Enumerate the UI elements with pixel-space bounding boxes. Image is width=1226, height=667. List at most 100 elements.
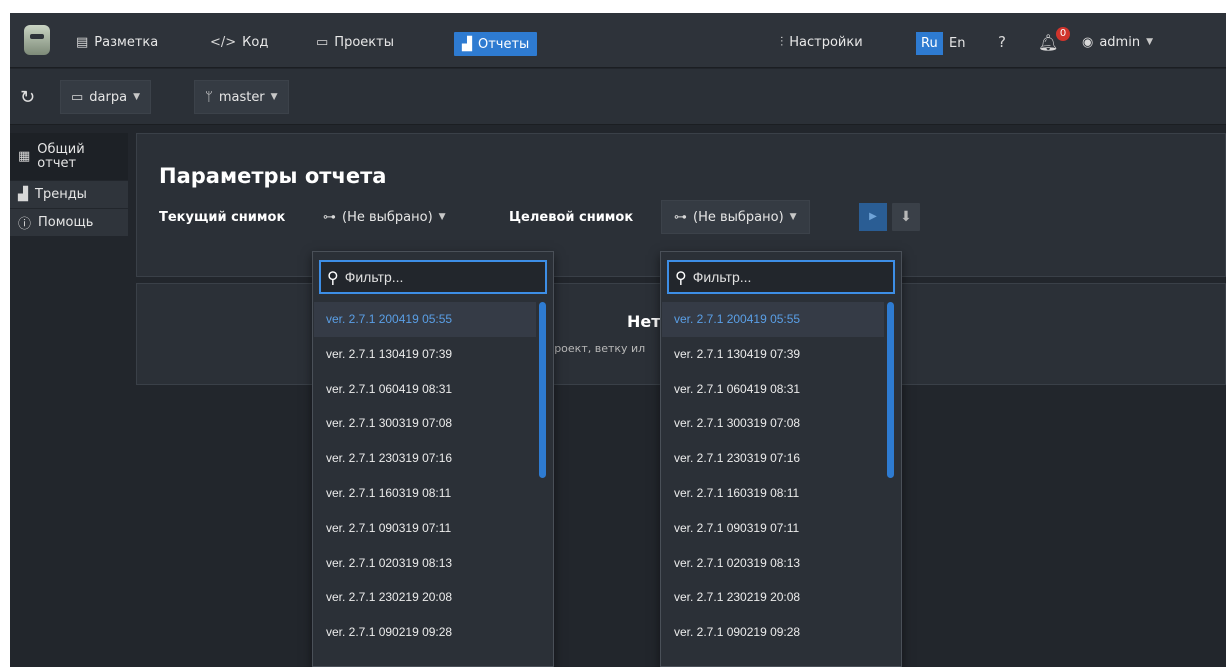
target-snapshot-dropdown: ⚲ ver. 2.7.1 200419 05:55 ver. 2.7.1 130…	[660, 251, 902, 667]
search-icon: ⚲	[327, 267, 339, 287]
branch-select-value: master	[218, 89, 265, 105]
list-item[interactable]: ver. 2.7.1 090219 09:28	[314, 615, 536, 650]
sidebar-item-help[interactable]: ⓘ Помощь	[10, 209, 128, 237]
sidebar-item-label: Общий отчет	[37, 141, 85, 171]
chart-icon: ▟	[18, 187, 28, 202]
list-item[interactable]: ver. 2.7.1 130419 07:39	[314, 337, 536, 372]
download-button[interactable]: ⬇	[892, 203, 920, 231]
list-item[interactable]: ver. 2.7.1 230219 20:08	[662, 580, 884, 615]
page-title: Параметры отчета	[159, 164, 387, 188]
list-item[interactable]: ver. 2.7.1 160319 08:11	[314, 476, 536, 511]
current-snapshot-select[interactable]: ⊶ (Не выбрано) ▼	[311, 200, 458, 234]
branch-icon: ᛘ	[205, 89, 213, 105]
user-menu[interactable]: ◉ admin ▼	[1082, 30, 1153, 54]
sidebar-item-trends[interactable]: ▟ Тренды	[10, 181, 128, 209]
page-caption	[0, 0, 1226, 10]
sidebar-item-label: Помощь	[38, 215, 94, 230]
list-item[interactable]: ver. 2.7.1 090219 09:28	[662, 615, 884, 650]
snapshot-icon: ⊶	[674, 209, 687, 225]
list-item[interactable]: ver. 2.7.1 020319 08:13	[314, 546, 536, 581]
list-item[interactable]: ver. 2.7.1 200419 05:55	[314, 302, 536, 337]
list-item[interactable]: ver. 2.7.1 230319 07:16	[314, 441, 536, 476]
sidebar-item-label-line2: отчет	[37, 155, 77, 171]
table-icon: ▦	[18, 149, 31, 164]
chevron-down-icon: ▼	[1146, 37, 1153, 47]
list-item[interactable]: ver. 2.7.1 300319 07:08	[314, 406, 536, 441]
list-item[interactable]: ver. 2.7.1 090319 07:11	[314, 511, 536, 546]
target-snapshot-filter[interactable]: ⚲	[667, 260, 895, 294]
current-snapshot-dropdown: ⚲ ver. 2.7.1 200419 05:55 ver. 2.7.1 130…	[312, 251, 554, 667]
nav-reports-label: Отчеты	[478, 36, 530, 52]
list-item[interactable]: ver. 2.7.1 200419 05:55	[662, 302, 884, 337]
nav-projects[interactable]: ▭ Проекты	[316, 30, 394, 54]
play-icon: ▶	[869, 211, 877, 222]
current-snapshot-filter[interactable]: ⚲	[319, 260, 547, 294]
lang-en-button[interactable]: En	[944, 32, 970, 55]
target-snapshot-value: (Не выбрано)	[693, 209, 784, 225]
list-item[interactable]: ver. 2.7.1 300319 07:08	[662, 406, 884, 441]
user-icon: ◉	[1082, 34, 1094, 50]
project-select[interactable]: ▭ darpa ▼	[60, 80, 151, 114]
nav-markup-label: Разметка	[94, 34, 159, 50]
search-input[interactable]	[344, 269, 525, 285]
markup-icon: ▤	[76, 34, 89, 50]
lang-ru-button[interactable]: Ru	[916, 32, 943, 55]
nav-code[interactable]: </> Код	[210, 30, 268, 54]
project-select-value: darpa	[89, 89, 128, 105]
notifications-badge: 0	[1056, 27, 1070, 41]
nav-projects-label: Проекты	[334, 34, 394, 50]
sidebar-item-label: Тренды	[35, 187, 87, 202]
list-item[interactable]: ver. 2.7.1 060419 08:31	[662, 372, 884, 407]
scrollbar[interactable]	[539, 302, 546, 478]
list-item[interactable]: ver. 2.7.1 230319 07:16	[662, 441, 884, 476]
report-sidebar: ▦ Общий отчет ▟ Тренды ⓘ Помощь	[10, 133, 128, 237]
nav-markup[interactable]: ▤ Разметка	[76, 30, 158, 54]
empty-state-title: Нет	[627, 312, 661, 331]
sub-toolbar: ↻ ▭ darpa ▼ ᛘ master ▼	[10, 69, 1226, 125]
current-snapshot-options: ver. 2.7.1 200419 05:55 ver. 2.7.1 13041…	[314, 302, 536, 650]
list-item[interactable]: ver. 2.7.1 160319 08:11	[662, 476, 884, 511]
branch-select[interactable]: ᛘ master ▼	[194, 80, 289, 114]
target-snapshot-options: ver. 2.7.1 200419 05:55 ver. 2.7.1 13041…	[662, 302, 884, 650]
sliders-icon: ⫶	[780, 34, 784, 50]
list-item[interactable]: ver. 2.7.1 060419 08:31	[314, 372, 536, 407]
chevron-down-icon: ▼	[133, 92, 140, 102]
refresh-icon[interactable]: ↻	[20, 87, 35, 108]
archive-icon: ▭	[71, 89, 84, 105]
snapshot-icon: ⊶	[323, 209, 336, 225]
target-snapshot-label: Целевой снимок	[509, 209, 634, 225]
top-navbar: ▤ Разметка </> Код ▭ Проекты ▟ Отчеты ⫶ …	[10, 13, 1226, 68]
search-input[interactable]	[692, 269, 873, 285]
app-logo[interactable]	[24, 25, 50, 55]
info-icon: ⓘ	[18, 217, 32, 232]
chart-icon: ▟	[462, 36, 472, 52]
help-icon: ?	[998, 33, 1006, 51]
list-item[interactable]: ver. 2.7.1 090319 07:11	[662, 511, 884, 546]
help-button[interactable]: ?	[998, 30, 1006, 54]
empty-state-hint: проект, ветку ил	[547, 342, 646, 355]
list-item[interactable]: ver. 2.7.1 230219 20:08	[314, 580, 536, 615]
run-report-button[interactable]: ▶	[859, 203, 887, 231]
chevron-down-icon: ▼	[789, 212, 797, 222]
code-icon: </>	[210, 34, 237, 50]
list-item[interactable]: ver. 2.7.1 020319 08:13	[662, 546, 884, 581]
nav-settings[interactable]: ⫶ Настройки	[780, 30, 863, 54]
download-icon: ⬇	[900, 209, 912, 225]
nav-code-label: Код	[242, 34, 269, 50]
target-snapshot-select[interactable]: ⊶ (Не выбрано) ▼	[661, 200, 810, 234]
sidebar-item-label-line1: Общий	[37, 141, 85, 157]
archive-icon: ▭	[316, 34, 329, 50]
nav-reports[interactable]: ▟ Отчеты	[454, 32, 538, 56]
current-snapshot-value: (Не выбрано)	[342, 209, 433, 225]
list-item[interactable]: ver. 2.7.1 130419 07:39	[662, 337, 884, 372]
current-snapshot-label: Текущий снимок	[159, 209, 286, 225]
current-snapshot-label-row: Текущий снимок	[159, 200, 285, 234]
chevron-down-icon: ▼	[438, 212, 446, 222]
user-name: admin	[1099, 34, 1141, 50]
sidebar-item-overall-report[interactable]: ▦ Общий отчет	[10, 133, 128, 181]
scrollbar[interactable]	[887, 302, 894, 478]
target-snapshot-label-row: Целевой снимок	[509, 200, 633, 234]
search-icon: ⚲	[675, 267, 687, 287]
chevron-down-icon: ▼	[270, 92, 278, 102]
app-window: ▤ Разметка </> Код ▭ Проекты ▟ Отчеты ⫶ …	[10, 13, 1226, 667]
